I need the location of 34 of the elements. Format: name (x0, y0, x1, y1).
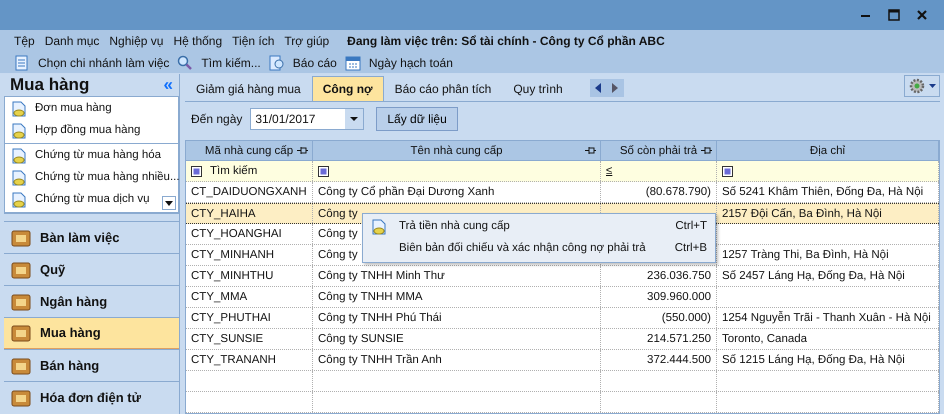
table-cell: 236.036.750 (647, 270, 711, 282)
table-cell: Công ty TNHH Phú Thái (318, 312, 442, 324)
table-cell: Toronto, Canada (722, 333, 808, 345)
table-cell: CTY_MINHTHU (191, 270, 274, 282)
table-cell: 1254 Nguyễn Trãi - Thanh Xuân - Hà Nội (722, 312, 931, 324)
table-cell: Công ty Cổ phần Đại Dương Xanh (318, 186, 494, 198)
table-cell: Công ty (318, 208, 358, 220)
table-cell: Công ty (318, 228, 358, 240)
working-context-text: Đang làm việc trên: Sổ tài chính - Công ty Cổ phần ABC (347, 33, 665, 50)
table-cell: Công ty (318, 249, 358, 261)
table-cell: 1257 Tràng Thi, Ba Đình, Hà Nội (722, 249, 889, 261)
table-cell: CTY_PHUTHAI (191, 312, 271, 324)
table-cell: Công ty TNHH MMA (318, 291, 423, 303)
table-cell: 309.960.000 (647, 291, 711, 303)
table-cell: Số 5241 Khâm Thiên, Đống Đa, Hà Nội (722, 186, 924, 198)
table-cell: CTY_HAIHA (191, 208, 256, 220)
table-cell: CTY_MINHANH (191, 249, 274, 261)
table-cell: (80.678.790) (646, 186, 711, 198)
table-cell: CT_DAIDUONGXANH (191, 186, 307, 198)
table-cell: CTY_SUNSIE (191, 333, 264, 345)
table-cell: Số 2457 Láng Hạ, Đống Đa, Hà Nội (722, 270, 905, 282)
table-cell: Công ty SUNSIE (318, 333, 404, 345)
table-cell: Công ty TNHH Minh Thư (318, 270, 445, 282)
table-cell: Công ty TNHH Trần Anh (318, 354, 442, 366)
date-label: Đến ngày (191, 111, 242, 128)
table-cell: CTY_TRANANH (191, 354, 276, 366)
table-cell: CTY_HOANGHAI (191, 228, 282, 240)
table-cell: Số 1215 Láng Hạ, Đống Đa, Hà Nội (722, 354, 905, 366)
panel-title: Mua hàng (10, 74, 90, 96)
table-cell: (550.000) (662, 312, 711, 324)
table-cell: 214.571.250 (647, 333, 711, 345)
table-cell: 2157 Đội Cấn, Ba Đình, Hà Nội (722, 208, 882, 220)
table-cell: CTY_MMA (191, 291, 248, 303)
table-cell: 372.444.500 (647, 354, 711, 366)
